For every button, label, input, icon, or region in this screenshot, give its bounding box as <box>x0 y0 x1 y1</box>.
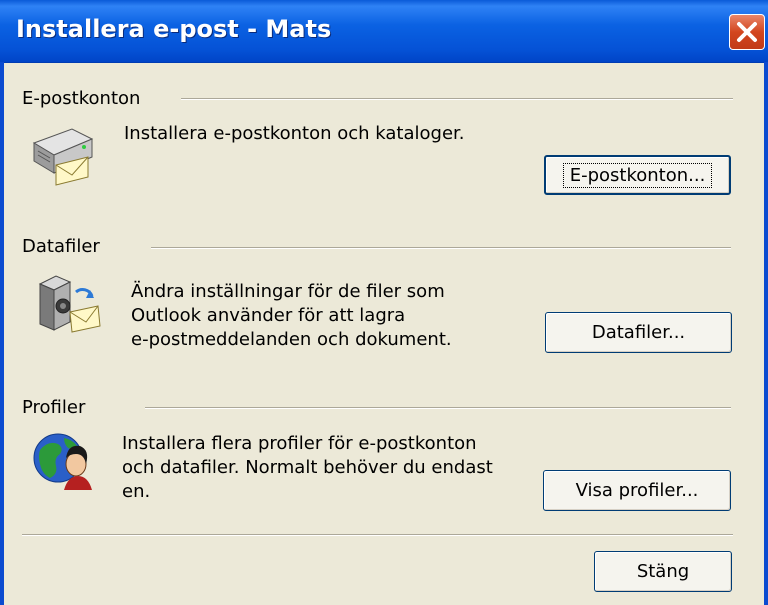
close-icon <box>737 22 757 42</box>
window-frame-left <box>0 62 4 605</box>
email-setup-dialog: Installera e-post - Mats E-postkonton In… <box>0 0 768 605</box>
globe-profile-icon <box>33 433 92 490</box>
group-separator-datafiles <box>151 247 731 249</box>
datafiles-description-line-1: Ändra inställningar för de filer som <box>131 281 445 302</box>
datafiles-description-line-3: e-postmeddelanden och dokument. <box>131 329 452 350</box>
email-accounts-button-label: E-postkonton... <box>562 162 713 188</box>
email-description: Installera e-postkonton och kataloger. <box>124 123 465 144</box>
group-label-email: E-postkonton <box>22 88 141 109</box>
profiles-description: Installera flera profiler för e-postkont… <box>122 432 493 504</box>
close-dialog-button[interactable]: Stäng <box>594 551 732 592</box>
footer-separator <box>22 534 733 536</box>
title-bar[interactable]: Installera e-post - Mats <box>0 0 768 63</box>
profiles-description-line-3: en. <box>122 481 151 502</box>
data-file-icon <box>38 275 101 333</box>
show-profiles-button[interactable]: Visa profiler... <box>543 470 731 511</box>
mail-server-icon <box>32 128 94 186</box>
datafiles-description: Ändra inställningar för de filer som Out… <box>131 280 452 352</box>
email-accounts-button[interactable]: E-postkonton... <box>544 155 731 195</box>
profiles-description-line-2: och datafiler. Normalt behöver du endast <box>122 457 493 478</box>
window-title: Installera e-post - Mats <box>16 15 332 43</box>
datafiles-description-line-2: Outlook använder för att lagra <box>131 305 406 326</box>
group-separator-profiles <box>145 407 731 409</box>
datafiles-button[interactable]: Datafiler... <box>545 312 732 353</box>
profiles-description-line-1: Installera flera profiler för e-postkont… <box>122 433 477 454</box>
close-button[interactable] <box>729 14 765 50</box>
group-separator-email <box>181 98 733 100</box>
group-label-profiles: Profiler <box>22 397 86 418</box>
window-frame-right <box>764 62 768 605</box>
group-label-datafiles: Datafiler <box>22 236 100 257</box>
